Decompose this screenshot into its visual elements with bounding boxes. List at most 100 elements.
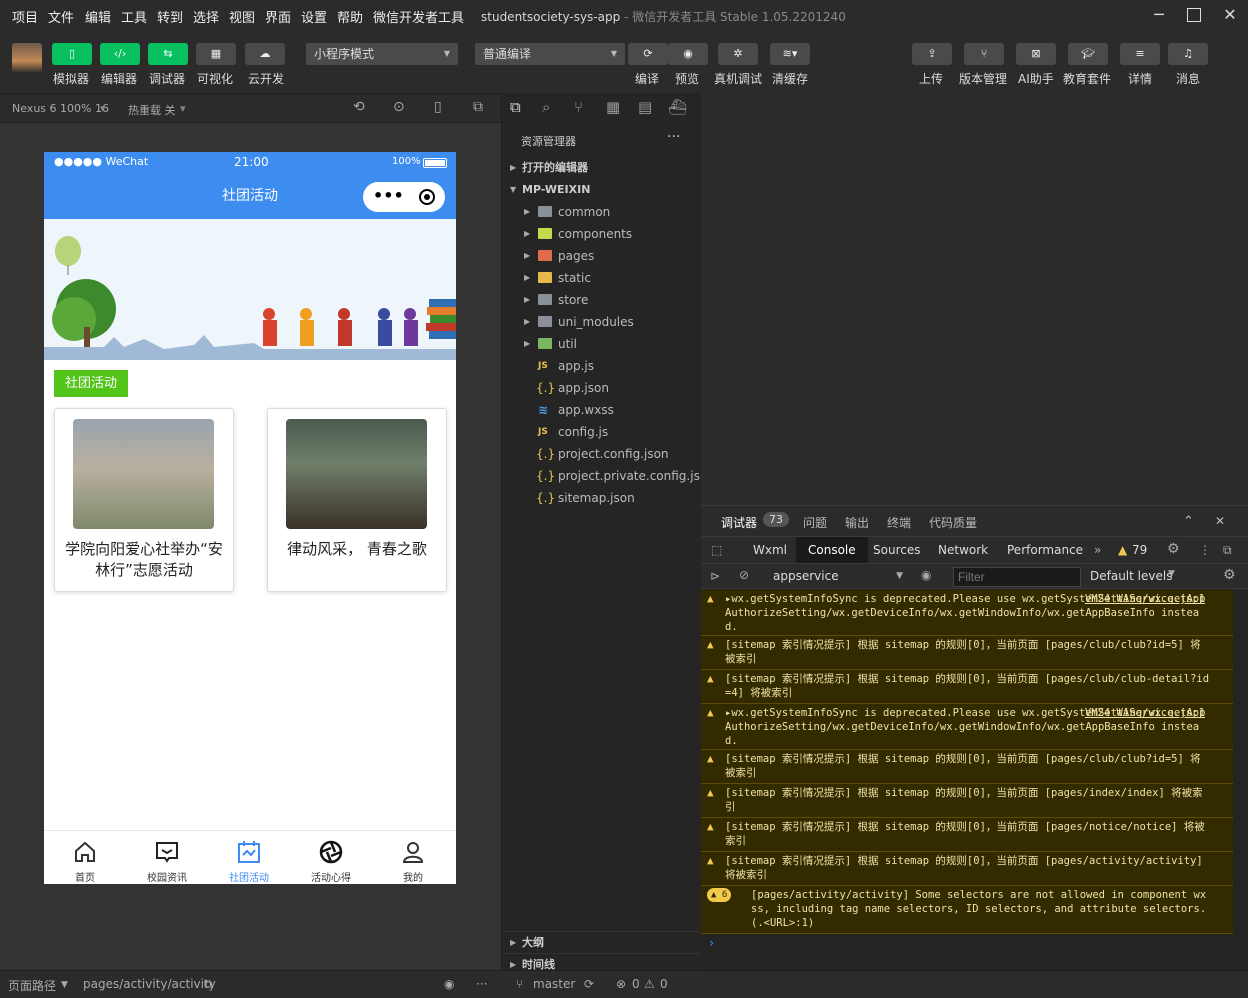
- extensions-icon[interactable]: ▦: [606, 98, 620, 116]
- tab-insights[interactable]: 活动心得: [290, 831, 372, 884]
- activity-card[interactable]: 律动风采， 青春之歌: [267, 408, 447, 592]
- dock-icon[interactable]: ⧉: [1223, 543, 1232, 558]
- page-path-label[interactable]: 页面路径: [8, 977, 56, 994]
- warning-count-footer[interactable]: 0: [660, 977, 668, 991]
- branch-icon[interactable]: ⑂: [964, 43, 1004, 65]
- close-icon[interactable]: ✕: [1215, 514, 1225, 528]
- device-select[interactable]: Nexus 6 100% 16: [12, 102, 109, 115]
- panel-wxml[interactable]: Wxml: [753, 543, 787, 557]
- tree-file[interactable]: {.} app.json: [502, 377, 702, 399]
- tree-folder[interactable]: ▶ uni_modules: [502, 311, 702, 333]
- tree-file[interactable]: ≋ app.wxss: [502, 399, 702, 421]
- error-count[interactable]: 0: [632, 977, 640, 991]
- sync-icon[interactable]: ⟳: [584, 977, 594, 991]
- hotreload-toggle[interactable]: 热重载 关: [128, 102, 176, 118]
- menu-item-interface[interactable]: 界面: [265, 7, 291, 26]
- maximize-icon[interactable]: [1184, 5, 1204, 25]
- root-folder[interactable]: ▼ MP-WEIXIN: [502, 179, 702, 201]
- git-icon[interactable]: ⑂: [574, 98, 583, 116]
- refresh-icon[interactable]: ⟳: [628, 43, 668, 65]
- tab-output[interactable]: 输出: [845, 514, 869, 531]
- filter-input[interactable]: [953, 567, 1081, 587]
- tree-folder[interactable]: ▶ components: [502, 223, 702, 245]
- mode-select[interactable]: 小程序模式 ▼: [306, 43, 458, 65]
- tab-home[interactable]: 首页: [44, 831, 126, 884]
- bell-icon[interactable]: ♫: [1168, 43, 1208, 65]
- device-icon[interactable]: ▯: [434, 99, 442, 115]
- graduation-icon[interactable]: 🎓︎: [1068, 43, 1108, 65]
- close-mini-program-icon[interactable]: [419, 189, 435, 205]
- menu-icon[interactable]: ≡: [1120, 43, 1160, 65]
- more-icon[interactable]: •••: [373, 186, 404, 205]
- stop-icon[interactable]: ⊙: [393, 99, 405, 115]
- source-link[interactable]: VM24 WAService.js:1: [1085, 592, 1205, 606]
- menu-item-help[interactable]: 帮助: [337, 7, 363, 26]
- tree-file[interactable]: {.} project.private.config.js...: [502, 465, 711, 487]
- upload-icon[interactable]: ⇪: [912, 43, 952, 65]
- clear-console-icon[interactable]: ⊘: [739, 568, 749, 582]
- eye-icon[interactable]: ◉: [921, 568, 931, 582]
- eye-icon[interactable]: ◉: [444, 977, 454, 991]
- tree-file[interactable]: {.} sitemap.json: [502, 487, 702, 509]
- files-icon[interactable]: ⧉: [510, 98, 521, 116]
- menu-item-tools[interactable]: 工具: [121, 7, 147, 26]
- chevron-up-icon[interactable]: ⌃: [1183, 514, 1194, 529]
- tree-file[interactable]: {.} project.config.json: [502, 443, 702, 465]
- docker-icon[interactable]: ⛴: [668, 98, 687, 116]
- cloud-icon[interactable]: ☁: [245, 43, 285, 65]
- popout-icon[interactable]: ⧉: [473, 99, 483, 115]
- tab-code-quality[interactable]: 代码质量: [929, 514, 977, 531]
- menu-item-goto[interactable]: 转到: [157, 7, 183, 26]
- tab-news[interactable]: 校园资讯: [126, 831, 208, 884]
- phone-icon[interactable]: ▯: [52, 43, 92, 65]
- panel-sources[interactable]: Sources: [873, 543, 920, 557]
- code-icon[interactable]: ‹/›: [100, 43, 140, 65]
- close-icon[interactable]: ✕: [1220, 5, 1240, 25]
- tree-folder[interactable]: ▶ store: [502, 289, 702, 311]
- tree-folder[interactable]: ▶ util: [502, 333, 702, 355]
- compile-select[interactable]: 普通编译 ▼: [475, 43, 625, 65]
- menu-item-select[interactable]: 选择: [193, 7, 219, 26]
- console-prompt[interactable]: ›: [709, 936, 714, 951]
- more-icon[interactable]: ···: [667, 129, 680, 145]
- tab-terminal[interactable]: 终端: [887, 514, 911, 531]
- tree-folder[interactable]: ▶ common: [502, 201, 702, 223]
- eye-icon[interactable]: ◉: [668, 43, 708, 65]
- tab-issues[interactable]: 问题: [803, 514, 827, 531]
- visual-icon[interactable]: ▦: [196, 43, 236, 65]
- menu-item-settings[interactable]: 设置: [301, 7, 327, 26]
- panel-network[interactable]: Network: [938, 543, 988, 557]
- db-icon[interactable]: ▤: [638, 98, 652, 116]
- open-editors-section[interactable]: ▶ 打开的编辑器: [502, 157, 702, 179]
- tree-folder[interactable]: ▶ pages: [502, 245, 702, 267]
- minimize-icon[interactable]: ─: [1149, 5, 1169, 25]
- kebab-icon[interactable]: ⋮: [1199, 543, 1211, 557]
- more-panels-icon[interactable]: »: [1094, 543, 1101, 557]
- menu-item-view[interactable]: 视图: [229, 7, 255, 26]
- debug-icon[interactable]: ⇆: [148, 43, 188, 65]
- tab-debugger[interactable]: 调试器: [721, 514, 758, 538]
- gear-icon[interactable]: ⚙: [1167, 541, 1180, 557]
- inspect-icon[interactable]: ⬚: [711, 543, 722, 557]
- panel-performance[interactable]: Performance: [1007, 543, 1083, 557]
- avatar[interactable]: [12, 43, 42, 73]
- menu-item-edit[interactable]: 编辑: [85, 7, 111, 26]
- log-levels-select[interactable]: Default levels: [1090, 569, 1172, 583]
- outline-section[interactable]: ▶ 大纲: [502, 931, 702, 953]
- panel-console[interactable]: Console: [796, 537, 868, 563]
- source-link[interactable]: VM24 WAService.js:1: [1085, 706, 1205, 720]
- copy-icon[interactable]: ⧉: [204, 977, 213, 992]
- layers-icon[interactable]: ≋▾: [770, 43, 810, 65]
- menu-item-project[interactable]: 项目: [12, 7, 38, 26]
- rotate-icon[interactable]: ⟲: [353, 99, 365, 115]
- tree-file[interactable]: JS config.js: [502, 421, 702, 443]
- activity-card[interactable]: 学院向阳爱心社举办“安林行”志愿活动: [54, 408, 234, 592]
- tab-mine[interactable]: 我的: [372, 831, 454, 884]
- search-icon[interactable]: ⌕: [542, 98, 550, 116]
- tree-file[interactable]: JS app.js: [502, 355, 702, 377]
- git-branch[interactable]: master: [533, 977, 575, 991]
- gear-icon[interactable]: ⚙: [1223, 567, 1236, 583]
- sidebar-toggle-icon[interactable]: ⊳: [710, 569, 720, 583]
- more-icon[interactable]: ···: [476, 977, 487, 991]
- context-select[interactable]: appservice ▼: [765, 566, 907, 586]
